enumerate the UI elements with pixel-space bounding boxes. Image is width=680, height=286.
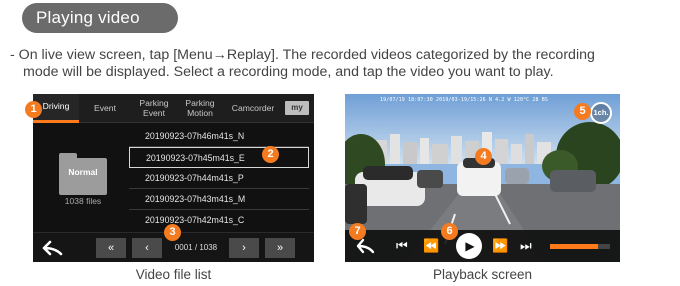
page-indicator: 0001 / 1038	[174, 243, 218, 252]
video-osd-info: 19/07/19 18:07:30 2019/03-19/15:26 N 4.2…	[380, 97, 548, 103]
callout-marker-2: 2	[262, 146, 279, 163]
caption-playback-screen: Playback screen	[432, 267, 533, 282]
file-row-selected[interactable]: 20190923-07h45m41s_E	[129, 147, 309, 168]
file-row[interactable]: 20190923-07h42m41s_C	[129, 210, 309, 231]
callout-marker-1: 1	[25, 101, 42, 118]
tab-camcorder[interactable]: Camcorder	[225, 94, 281, 123]
file-row[interactable]: 20190923-07h44m41s_P	[129, 168, 309, 189]
back-arrow-icon[interactable]	[41, 238, 67, 258]
playback-control-bar: ⏮ ⏪ ▶ ⏩ ⏭	[345, 230, 620, 262]
file-row[interactable]: 20190923-07h46m41s_N	[129, 126, 309, 147]
tab-event[interactable]: Event	[82, 94, 128, 123]
file-count: 1038 files	[64, 196, 102, 206]
instruction-line-1: - On live view screen, tap [Menu→Replay]…	[10, 47, 595, 63]
rewind-icon[interactable]: ⏪	[423, 238, 439, 254]
next-page-button[interactable]: ›	[229, 238, 259, 258]
callout-marker-4: 4	[475, 148, 492, 165]
skip-end-icon[interactable]: ⏭	[520, 238, 532, 254]
callout-marker-6: 6	[441, 223, 458, 240]
skip-start-icon[interactable]: ⏮	[396, 238, 408, 254]
section-title: Playing video	[22, 3, 178, 33]
callout-marker-5: 5	[574, 103, 591, 120]
progress-fill	[550, 244, 598, 249]
folder-label: Normal	[68, 167, 98, 177]
prev-page-button[interactable]: ‹	[132, 238, 162, 258]
callout-marker-7: 7	[349, 223, 366, 240]
tab-parking-motion[interactable]: Parking Motion	[179, 94, 221, 123]
tab-my[interactable]: my	[285, 101, 309, 115]
file-row[interactable]: 20190923-07h43m41s_M	[129, 189, 309, 210]
channel-switch-button[interactable]: 1ch.	[590, 102, 612, 124]
fast-forward-icon[interactable]: ⏩	[492, 238, 508, 254]
callout-marker-3: 3	[164, 224, 181, 241]
instruction-text: - On live view screen, tap [Menu→Replay]…	[10, 47, 674, 81]
last-page-button[interactable]: »	[265, 238, 295, 258]
first-page-button[interactable]: «	[96, 238, 126, 258]
recording-mode-tabs: Driving Event Parking Event Parking Moti…	[33, 94, 314, 123]
instruction-line-2: mode will be displayed. Select a recordi…	[23, 64, 554, 80]
caption-video-file-list: Video file list	[135, 267, 212, 282]
tab-parking-event[interactable]: Parking Event	[133, 94, 175, 123]
play-icon[interactable]: ▶	[456, 233, 482, 259]
playback-progress-bar[interactable]	[550, 244, 610, 249]
